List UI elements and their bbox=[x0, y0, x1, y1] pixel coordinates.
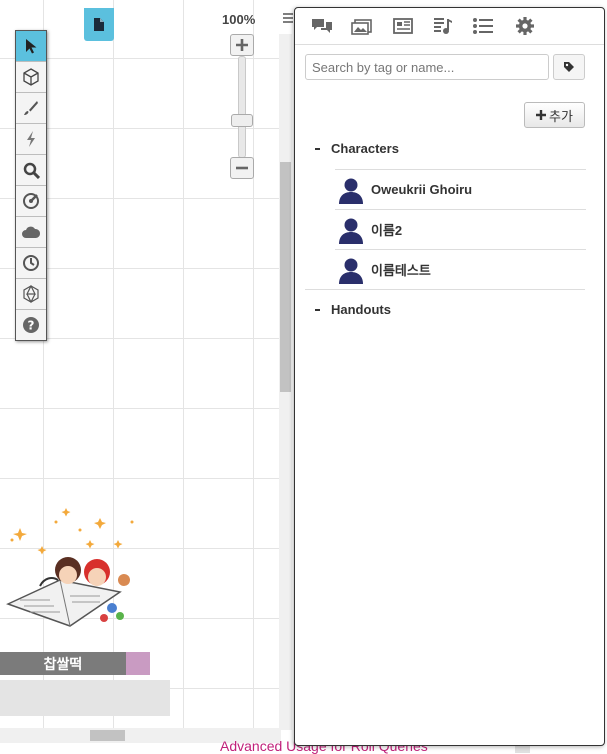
avatar bbox=[337, 176, 365, 204]
token-portrait bbox=[6, 508, 134, 627]
select-tool[interactable] bbox=[16, 31, 46, 62]
list-icon bbox=[473, 18, 493, 34]
settings-icon bbox=[516, 17, 534, 35]
person-icon bbox=[339, 258, 363, 284]
magnifier-icon bbox=[23, 162, 40, 179]
token-stat-area bbox=[0, 680, 170, 716]
plus-icon bbox=[536, 110, 547, 120]
draw-tool[interactable] bbox=[16, 93, 46, 124]
right-sidebar: 추가 Characters Oweukrii Ghoiru 이름2 이름테스트 bbox=[294, 7, 605, 746]
character-list: Oweukrii Ghoiru 이름2 이름테스트 bbox=[335, 169, 586, 289]
cloud-icon bbox=[22, 226, 41, 238]
folder-label: Characters bbox=[331, 141, 399, 156]
vertical-scroll-thumb[interactable] bbox=[280, 162, 291, 392]
page-toggle-button[interactable] bbox=[84, 8, 114, 41]
folder-divider bbox=[305, 289, 585, 290]
journal-icon bbox=[393, 18, 413, 34]
zoom-in-button[interactable] bbox=[230, 34, 254, 56]
tab-chat[interactable] bbox=[310, 14, 334, 38]
tag-icon bbox=[564, 62, 574, 72]
horizontal-scroll-thumb[interactable] bbox=[90, 730, 125, 741]
chat-icon bbox=[312, 19, 332, 33]
folder-handouts[interactable]: Handouts bbox=[315, 302, 391, 317]
objects-tool[interactable] bbox=[16, 62, 46, 93]
svg-text:?: ? bbox=[28, 319, 35, 333]
d20-icon bbox=[23, 285, 39, 303]
character-name: 이름2 bbox=[371, 223, 403, 238]
measure-icon bbox=[23, 193, 39, 209]
turn-tracker-tool[interactable] bbox=[16, 248, 46, 279]
tag-filter-button[interactable] bbox=[553, 54, 585, 80]
folder-label: Handouts bbox=[331, 302, 391, 317]
sidebar-tab-bar bbox=[295, 8, 604, 45]
character-token[interactable] bbox=[0, 500, 160, 640]
tab-art-library[interactable] bbox=[350, 14, 374, 38]
measure-tool[interactable] bbox=[16, 186, 46, 217]
avatar bbox=[337, 216, 365, 244]
lightning-icon bbox=[27, 131, 35, 147]
jukebox-icon bbox=[434, 18, 452, 34]
token-bar-end bbox=[126, 652, 150, 675]
dice-tool[interactable] bbox=[16, 279, 46, 310]
person-icon bbox=[339, 178, 363, 204]
person-icon bbox=[339, 218, 363, 244]
page-icon bbox=[94, 18, 104, 31]
hamburger-icon bbox=[283, 13, 293, 23]
zoom-slider-handle[interactable] bbox=[231, 114, 253, 127]
list-item[interactable]: 이름2 bbox=[335, 209, 586, 249]
help-icon: ? bbox=[23, 317, 39, 333]
token-name-bar: 찹쌀떡 bbox=[0, 652, 126, 675]
art-library-icon bbox=[351, 19, 372, 35]
zoom-level-label: 100% bbox=[222, 12, 256, 27]
add-entry-button[interactable]: 추가 bbox=[524, 102, 585, 128]
tab-jukebox[interactable] bbox=[431, 14, 455, 38]
plus-icon bbox=[236, 39, 248, 51]
cube-icon bbox=[23, 68, 39, 86]
zoom-slider-track[interactable] bbox=[238, 56, 246, 158]
character-name: 이름테스트 bbox=[371, 263, 431, 278]
fog-tool[interactable] bbox=[16, 217, 46, 248]
folder-characters[interactable]: Characters bbox=[315, 141, 399, 156]
list-item[interactable]: Oweukrii Ghoiru bbox=[335, 169, 586, 209]
cursor-icon bbox=[26, 39, 37, 54]
avatar bbox=[337, 256, 365, 284]
collapse-icon bbox=[315, 147, 320, 150]
zoom-out-button[interactable] bbox=[230, 157, 254, 179]
journal-search-input[interactable] bbox=[305, 54, 549, 80]
tab-settings[interactable] bbox=[513, 14, 537, 38]
minus-icon bbox=[236, 166, 248, 170]
tool-palette: ? bbox=[15, 30, 47, 341]
brush-icon bbox=[24, 101, 38, 115]
add-button-label: 추가 bbox=[549, 108, 573, 124]
character-name: Oweukrii Ghoiru bbox=[371, 182, 473, 197]
fx-tool[interactable] bbox=[16, 124, 46, 155]
clock-icon bbox=[23, 255, 39, 271]
collapse-icon bbox=[315, 308, 320, 311]
zoom-tool[interactable] bbox=[16, 155, 46, 186]
tab-compendium[interactable] bbox=[471, 14, 495, 38]
layers-menu-button[interactable] bbox=[283, 12, 293, 31]
tab-journal[interactable] bbox=[391, 14, 415, 38]
list-item[interactable]: 이름테스트 bbox=[335, 249, 586, 289]
canvas-vertical-scrollbar[interactable] bbox=[279, 34, 292, 730]
help-tool[interactable]: ? bbox=[16, 310, 46, 340]
